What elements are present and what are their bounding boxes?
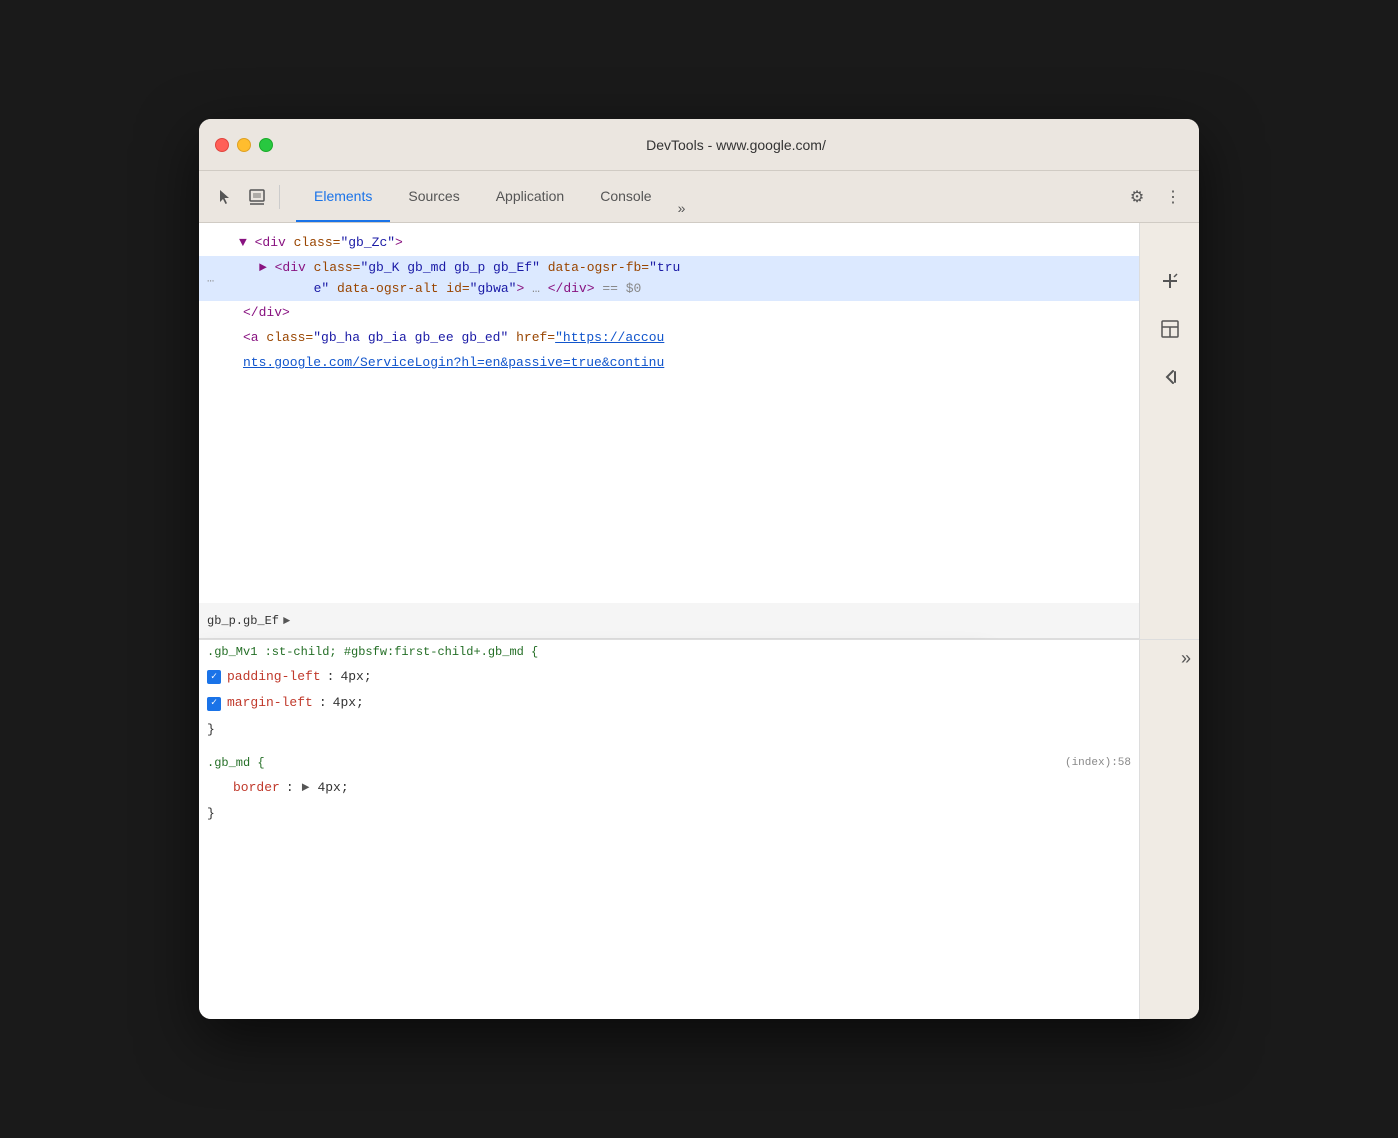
tab-console[interactable]: Console [582, 171, 669, 222]
css-value-border: 4px; [317, 777, 348, 799]
css-prop-value-padding: 4px; [340, 666, 371, 688]
main-area: ▼ <div class="gb_Zc"> … ► <div class="gb… [199, 223, 1199, 1019]
css-panel[interactable]: .gb_Mv1 :st-child; #gbsfw:first-child+.g… [199, 640, 1139, 1019]
sidebar-add-icon[interactable] [1152, 263, 1188, 299]
settings-icon[interactable]: ⚙ [1123, 183, 1151, 211]
sidebar-back-icon[interactable] [1152, 359, 1188, 395]
css-colon: : [327, 666, 335, 688]
breadcrumb-bar: gb_p.gb_Ef ► [199, 603, 1139, 639]
more-tabs-button[interactable]: » [670, 194, 694, 222]
html-line[interactable]: </div> [199, 301, 1139, 326]
window-title: DevTools - www.google.com/ [289, 137, 1183, 153]
html-view[interactable]: ▼ <div class="gb_Zc"> … ► <div class="gb… [199, 223, 1139, 603]
elements-panel: ▼ <div class="gb_Zc"> … ► <div class="gb… [199, 223, 1139, 639]
tab-sources[interactable]: Sources [390, 171, 477, 222]
toolbar-right: ⚙ ⋮ [1123, 183, 1187, 211]
more-menu-icon[interactable]: ⋮ [1159, 183, 1187, 211]
css-checkbox-padding[interactable] [207, 670, 221, 684]
css-padding-line: padding-left : 4px; [199, 664, 1139, 690]
devtools-window: DevTools - www.google.com/ Elements Sour… [199, 119, 1199, 1019]
css-rule-2: .gb_md { (index):58 [199, 751, 1139, 775]
breadcrumb-item: gb_p.gb_Ef [207, 614, 279, 628]
inspect-icon[interactable] [243, 183, 271, 211]
css-colon-2: : [319, 692, 327, 714]
traffic-lights [215, 138, 273, 152]
css-selector-text: .gb_Mv1 :st-child; #gbsfw:first-child+.g… [207, 642, 538, 662]
three-dots: … [207, 269, 214, 288]
lower-panel: .gb_Mv1 :st-child; #gbsfw:first-child+.g… [199, 639, 1199, 1019]
css-selector-2-line: .gb_md { [199, 751, 1065, 775]
right-sidebar-top [1139, 223, 1199, 639]
css-selector-2-text: .gb_md { [207, 753, 265, 773]
html-line-selected[interactable]: … ► <div class="gb_K gb_md gb_p gb_Ef" d… [199, 256, 1139, 302]
css-close-1: } [199, 717, 1139, 743]
tab-application[interactable]: Application [478, 171, 583, 222]
css-selector-line: .gb_Mv1 :st-child; #gbsfw:first-child+.g… [199, 640, 1139, 664]
html-line[interactable]: nts.google.com/ServiceLogin?hl=en&passiv… [199, 351, 1139, 376]
right-sidebar-bottom: » [1139, 640, 1199, 1019]
maximize-button[interactable] [259, 138, 273, 152]
sidebar-layout-icon[interactable] [1152, 311, 1188, 347]
cursor-icon[interactable] [211, 183, 239, 211]
breadcrumb-arrow: ► [283, 614, 290, 628]
css-border-line: border : ► 4px; [199, 775, 1139, 801]
css-prop-margin: margin-left : 4px; [199, 690, 1139, 716]
tab-list: Elements Sources Application Console » [296, 171, 693, 222]
css-checkbox-margin[interactable] [207, 697, 221, 711]
css-rule-1: .gb_Mv1 :st-child; #gbsfw:first-child+.g… [199, 640, 1139, 664]
title-bar: DevTools - www.google.com/ [199, 119, 1199, 171]
css-margin-line: margin-left : 4px; [199, 690, 1139, 716]
html-line[interactable]: ▼ <div class="gb_Zc"> [199, 231, 1139, 256]
css-prop-name-padding: padding-left [227, 666, 321, 688]
tab-elements[interactable]: Elements [296, 171, 390, 222]
toolbar: Elements Sources Application Console » ⚙… [199, 171, 1199, 223]
css-prop-border: border [233, 777, 280, 799]
toolbar-divider [279, 185, 280, 209]
css-prop-name-margin: margin-left [227, 692, 313, 714]
panels-wrapper: ▼ <div class="gb_Zc"> … ► <div class="gb… [199, 223, 1199, 1019]
css-close-2: } [199, 801, 1139, 827]
css-prop-value-margin: 4px; [333, 692, 364, 714]
sidebar-more-icon[interactable]: » [1181, 648, 1191, 669]
css-line-ref-1: (index):58 [1065, 757, 1139, 769]
top-panel: ▼ <div class="gb_Zc"> … ► <div class="gb… [199, 223, 1199, 639]
close-button[interactable] [215, 138, 229, 152]
css-prop-padding: padding-left : 4px; [199, 664, 1139, 690]
minimize-button[interactable] [237, 138, 251, 152]
html-line[interactable]: <a class="gb_ha gb_ia gb_ee gb_ed" href=… [199, 326, 1139, 351]
